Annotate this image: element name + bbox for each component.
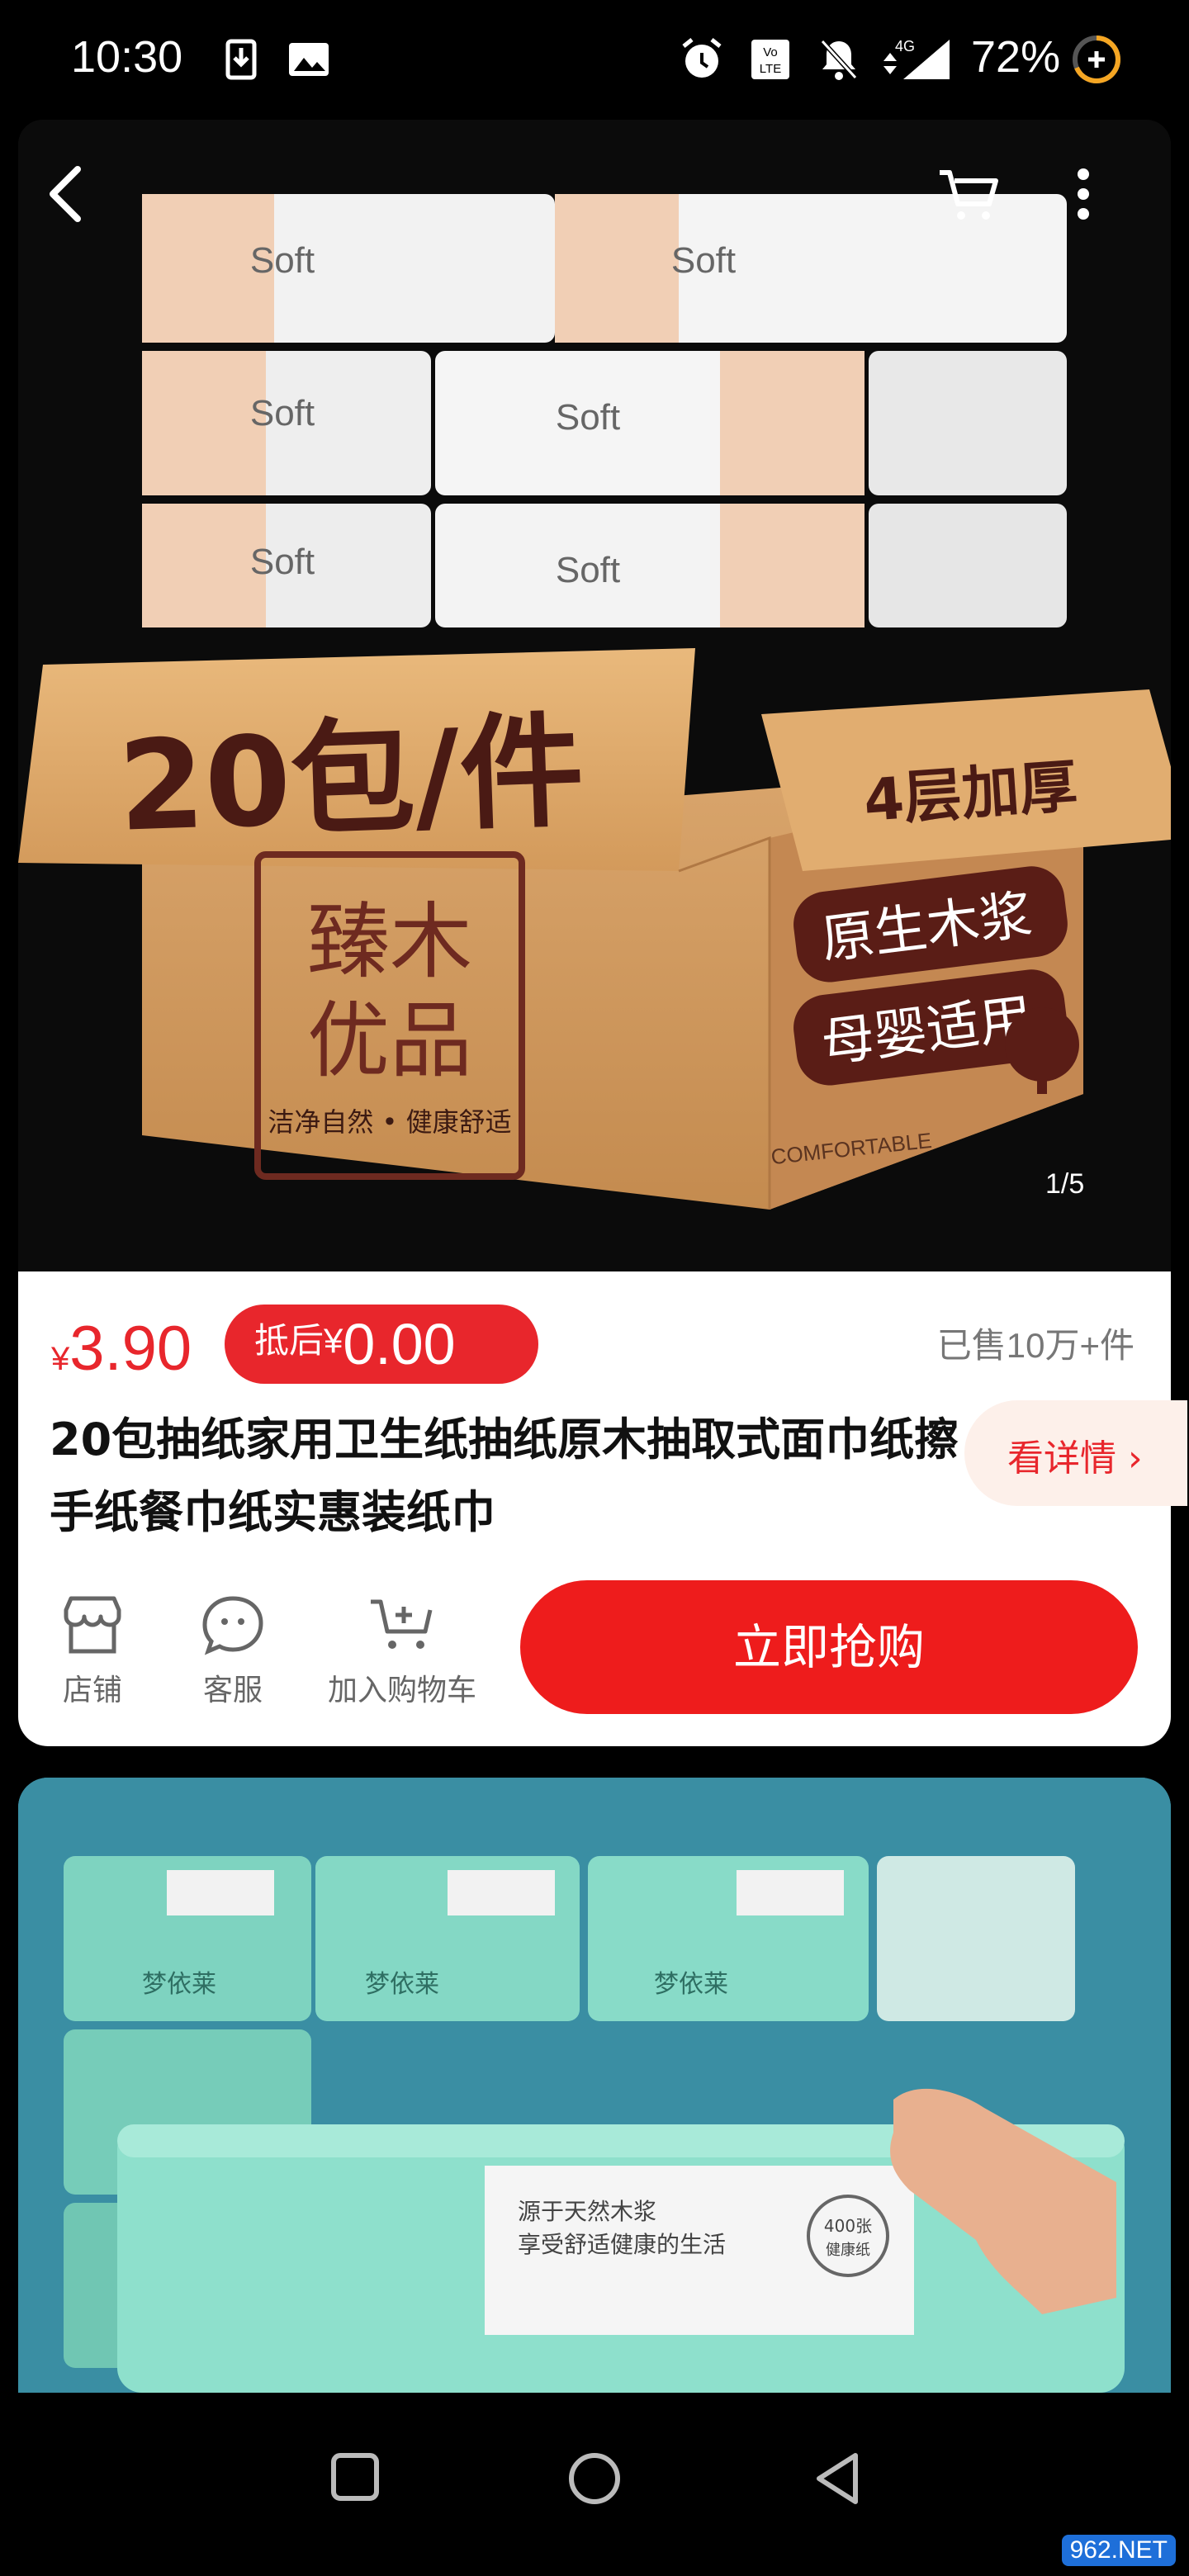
- product-title: 20包抽纸家用卫生纸抽纸原木抽取式面巾纸擦手纸餐巾纸实惠装纸巾: [50, 1413, 959, 1538]
- box-main-text: 20包/件: [116, 699, 586, 859]
- tissue-label: Soft: [250, 393, 315, 433]
- download-notification-icon: [225, 39, 257, 80]
- battery-saver-icon: [1073, 36, 1120, 83]
- tissue-label: Soft: [671, 240, 736, 281]
- store-button[interactable]: 店铺: [51, 1593, 134, 1709]
- product-info-card: ¥3.90 抵后¥0.00 已售10万+件 20包抽纸家用卫生纸抽纸原木抽取式面…: [18, 1271, 1187, 1746]
- signal-icon: 4G: [883, 38, 950, 79]
- store-label: 店铺: [62, 1674, 122, 1707]
- svg-text:Vo: Vo: [763, 45, 778, 59]
- watermark-logo: 962.NET: [1061, 2535, 1176, 2566]
- svg-text:LTE: LTE: [760, 62, 781, 76]
- alarm-icon: [682, 38, 722, 78]
- svg-text:4G: 4G: [895, 38, 915, 54]
- customer-service-button[interactable]: 客服: [175, 1593, 291, 1709]
- brand-line2: 优品: [307, 992, 472, 1089]
- recommended-product-picture: 梦依莱 梦依莱 梦依莱 源于天然木浆 享受舒适健康的生活 400张 健康纸: [18, 1778, 1171, 2393]
- image-notification-icon: [289, 43, 329, 76]
- service-label: 客服: [202, 1674, 263, 1707]
- coupon-price-badge: 抵后¥0.00: [225, 1305, 538, 1384]
- recent-apps-button[interactable]: [329, 2451, 381, 2503]
- cardboard-box: 20包/件 4层加厚 臻木 优品 洁净自然 • 健康舒适 原生木浆 母婴适用 C…: [18, 648, 1171, 1210]
- tissue-label: Soft: [556, 550, 620, 590]
- cart-icon[interactable]: [935, 161, 1001, 227]
- pack-brand: 梦依莱: [365, 1970, 439, 1999]
- chat-face-icon: [202, 1596, 263, 1655]
- add-cart-label: 加入购物车: [327, 1674, 476, 1707]
- label-line1: 源于天然木浆: [518, 2198, 656, 2225]
- brand-line1: 臻木: [307, 893, 472, 990]
- volte-icon: Vo LTE: [751, 40, 789, 79]
- price-value: 3.90: [69, 1314, 192, 1384]
- tissue-packs: Soft Soft Soft Soft Soft Soft: [142, 194, 1067, 627]
- coupon-label: 抵后¥: [254, 1321, 343, 1360]
- battery-percentage: 72%: [971, 32, 1061, 82]
- price: ¥3.90: [51, 1313, 192, 1385]
- badge-count: 400张: [824, 2216, 872, 2236]
- system-navigation-bar: 962.NET: [0, 2393, 1189, 2576]
- back-nav-button[interactable]: [812, 2451, 862, 2507]
- sold-count: 已售10万+件: [936, 1326, 1135, 1365]
- price-currency: ¥: [51, 1341, 70, 1377]
- image-page-indicator: 1/5: [1045, 1168, 1085, 1200]
- box-slogan: 洁净自然 • 健康舒适: [268, 1106, 511, 1138]
- add-to-cart-button[interactable]: 加入购物车: [315, 1593, 489, 1709]
- coupon-price: 0.00: [343, 1312, 456, 1376]
- buy-now-button[interactable]: 立即抢购: [520, 1580, 1138, 1714]
- status-bar: 10:30 Vo LTE 4G 72%: [0, 0, 1189, 120]
- product-image-carousel[interactable]: Soft Soft Soft Soft Soft Soft 20包/件 4层加厚…: [18, 120, 1171, 1276]
- status-time: 10:30: [71, 32, 183, 82]
- pack-brand: 梦依莱: [142, 1970, 216, 1999]
- notifications-off-icon: [820, 39, 858, 80]
- label-line2: 享受舒适健康的生活: [518, 2231, 726, 2258]
- back-button[interactable]: [35, 161, 101, 227]
- badge-sub: 健康纸: [826, 2242, 870, 2259]
- tissue-label: Soft: [250, 240, 315, 281]
- tissue-label: Soft: [250, 542, 315, 582]
- more-options-icon[interactable]: [1059, 161, 1108, 227]
- add-cart-icon: [371, 1599, 433, 1649]
- product-main-image: Soft Soft Soft Soft Soft Soft 20包/件 4层加厚…: [18, 120, 1171, 1276]
- home-button[interactable]: [566, 2451, 623, 2507]
- view-details-button[interactable]: 看详情 ›: [964, 1400, 1187, 1506]
- tissue-label: Soft: [556, 397, 620, 438]
- recommended-product-image[interactable]: 梦依莱 梦依莱 梦依莱 源于天然木浆 享受舒适健康的生活 400张 健康纸: [18, 1778, 1171, 2393]
- store-icon: [64, 1596, 121, 1654]
- pack-brand: 梦依莱: [654, 1970, 728, 1999]
